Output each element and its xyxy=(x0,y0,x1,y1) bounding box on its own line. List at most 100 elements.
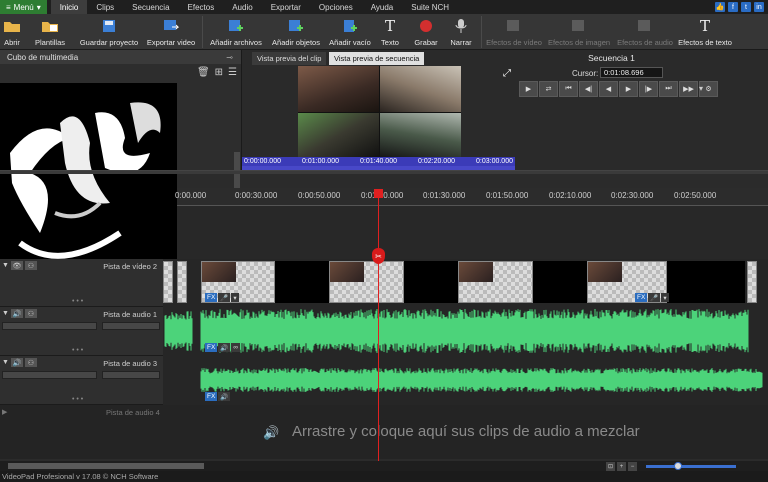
video-effects-button[interactable]: Efectos de vídeo xyxy=(484,14,544,50)
tab-clips[interactable]: Clips xyxy=(87,0,123,14)
record-button[interactable]: Grabar xyxy=(405,14,447,50)
resize-handle-icon[interactable]: • • • xyxy=(72,298,83,305)
linkedin-icon[interactable]: in xyxy=(754,2,764,12)
tab-efectos[interactable]: Efectos xyxy=(179,0,224,14)
pan-slider[interactable] xyxy=(102,371,160,379)
fast-forward-icon[interactable]: ▶▶ xyxy=(679,81,698,97)
collapse-icon[interactable]: ▼ xyxy=(2,262,9,269)
forward-icon[interactable]: ▶ xyxy=(619,81,638,97)
narrate-button[interactable]: Narrar xyxy=(447,14,475,50)
scrollbar-thumb[interactable] xyxy=(8,463,204,469)
chevron-down-icon[interactable]: ▾ xyxy=(699,84,703,93)
tab-sequence-preview[interactable]: Vista previa de secuencia xyxy=(329,52,425,65)
tab-ayuda[interactable]: Ayuda xyxy=(362,0,403,14)
add-files-button[interactable]: Añadir archivos xyxy=(205,14,267,50)
track-users-icon[interactable]: ⚇ xyxy=(24,309,37,318)
add-objects-button[interactable]: Añadir objetos xyxy=(267,14,325,50)
playhead-marker[interactable] xyxy=(374,189,383,198)
track-users-icon[interactable]: ⚇ xyxy=(24,358,37,367)
image-effects-button[interactable]: Efectos de imagen xyxy=(544,14,614,50)
pan-slider[interactable] xyxy=(102,322,160,330)
tab-inicio[interactable]: Inicio xyxy=(50,0,88,14)
audio-icon[interactable]: 🎤 xyxy=(648,293,661,302)
resize-handle-icon[interactable]: • • • xyxy=(72,347,83,354)
preview-ruler[interactable]: 0:00:00.000 0:01:00.000 0:01:40.000 0:02… xyxy=(242,157,515,166)
video-clip[interactable] xyxy=(747,261,757,303)
tab-secuencia[interactable]: Secuencia xyxy=(123,0,178,14)
fx-button[interactable]: FX xyxy=(635,293,648,302)
next-frame-icon[interactable]: |▶ xyxy=(639,81,658,97)
list-view-icon[interactable]: ☰ xyxy=(228,67,237,78)
audio-track-4[interactable]: ▶ Pista de audio 4 🔊 Arrastre y coloque … xyxy=(0,405,768,459)
zoom-out-icon[interactable]: − xyxy=(628,462,637,471)
go-to-end-icon[interactable]: ⏭ xyxy=(659,81,678,97)
chevron-down-icon[interactable]: ▾ xyxy=(661,293,669,302)
chevron-down-icon[interactable]: ▾ xyxy=(231,293,239,302)
main-menu-button[interactable]: ≡ Menú ▾ xyxy=(0,0,47,14)
volume-slider[interactable] xyxy=(2,371,97,379)
video-preview[interactable] xyxy=(298,66,461,158)
export-video-button[interactable]: Exportar video xyxy=(142,14,200,50)
audio-effects-button[interactable]: Efectos de audio xyxy=(614,14,676,50)
fit-icon[interactable]: ⊡ xyxy=(606,462,615,471)
blank-clip[interactable] xyxy=(667,261,745,303)
text-button[interactable]: T Texto xyxy=(375,14,405,50)
collapse-icon[interactable]: ▼ xyxy=(2,310,9,317)
speaker-icon[interactable]: 🔊 xyxy=(10,358,23,367)
tab-exportar[interactable]: Exportar xyxy=(262,0,310,14)
audio-icon[interactable]: 🎤 xyxy=(218,293,231,302)
eye-icon[interactable]: 👁 xyxy=(10,261,23,270)
like-icon[interactable]: 👍 xyxy=(715,2,725,12)
expand-icon[interactable]: ▶ xyxy=(2,408,7,416)
templates-button[interactable]: Plantillas xyxy=(24,14,76,50)
volume-slider[interactable] xyxy=(2,322,97,330)
fullscreen-icon[interactable]: ⤢ xyxy=(503,68,511,79)
add-blank-button[interactable]: Añadir vacío xyxy=(325,14,375,50)
save-project-button[interactable]: Guardar proyecto xyxy=(76,14,142,50)
tab-suite-nch[interactable]: Suite NCH xyxy=(402,0,458,14)
video-clip[interactable] xyxy=(458,261,533,303)
pin-icon[interactable]: ⊸ xyxy=(226,53,233,62)
facebook-icon[interactable]: f xyxy=(728,2,738,12)
video-clip[interactable] xyxy=(329,261,404,303)
blank-clip[interactable] xyxy=(533,261,587,303)
blank-clip[interactable] xyxy=(275,261,329,303)
fx-button[interactable]: FX xyxy=(205,392,218,401)
speaker-icon[interactable]: 🔊 xyxy=(218,343,231,352)
track-users-icon[interactable]: ⚇ xyxy=(24,261,37,270)
zoom-slider[interactable] xyxy=(646,465,736,468)
video-clip[interactable] xyxy=(177,261,187,303)
zoom-slider-knob[interactable] xyxy=(674,462,682,470)
speaker-icon[interactable]: 🔊 xyxy=(218,392,231,401)
cursor-time-field[interactable]: 0:01:08.696 xyxy=(600,67,663,78)
fx-button[interactable]: FX xyxy=(205,293,218,302)
audio-track-3-lane[interactable]: FX 🔊 xyxy=(163,356,768,405)
split-scissors-icon[interactable]: ✂ xyxy=(372,248,385,264)
zoom-in-icon[interactable]: + xyxy=(617,462,626,471)
loop-icon[interactable]: ⇄ xyxy=(539,81,558,97)
resize-handle-icon[interactable]: • • • xyxy=(72,396,83,403)
rewind-icon[interactable]: ◀ xyxy=(599,81,618,97)
tab-audio[interactable]: Audio xyxy=(223,0,261,14)
timeline-ruler[interactable]: 0:00.000 0:00:30.000 0:00:50.000 0:01:10… xyxy=(175,188,768,206)
blank-clip[interactable] xyxy=(404,261,458,303)
twitter-icon[interactable]: t xyxy=(741,2,751,12)
text-effects-button[interactable]: T Efectos de texto xyxy=(676,14,734,50)
go-to-start-icon[interactable]: ⏮ xyxy=(559,81,578,97)
play-icon[interactable]: ▶ xyxy=(519,81,538,97)
video-clip[interactable] xyxy=(163,261,173,303)
delete-icon[interactable]: 🗑 xyxy=(197,67,210,78)
playhead-line[interactable] xyxy=(378,190,379,462)
new-folder-icon[interactable]: ⊞ xyxy=(215,67,223,78)
previous-frame-icon[interactable]: ◀| xyxy=(579,81,598,97)
open-button[interactable]: Abrir xyxy=(0,14,24,50)
fx-button[interactable]: FX xyxy=(205,343,218,352)
tab-clip-preview[interactable]: Vista previa del clip xyxy=(252,52,327,65)
link-icon[interactable]: ∞ xyxy=(231,343,241,352)
video-track-2-lane[interactable]: FX 🎤 ▾ FX 🎤 ▾ xyxy=(163,259,768,307)
speaker-icon[interactable]: 🔊 xyxy=(10,309,23,318)
collapse-icon[interactable]: ▼ xyxy=(2,359,9,366)
audio-track-1-lane[interactable]: FX 🔊 ∞ xyxy=(163,307,768,356)
tab-opciones[interactable]: Opciones xyxy=(310,0,362,14)
panel-splitter[interactable] xyxy=(0,170,768,174)
